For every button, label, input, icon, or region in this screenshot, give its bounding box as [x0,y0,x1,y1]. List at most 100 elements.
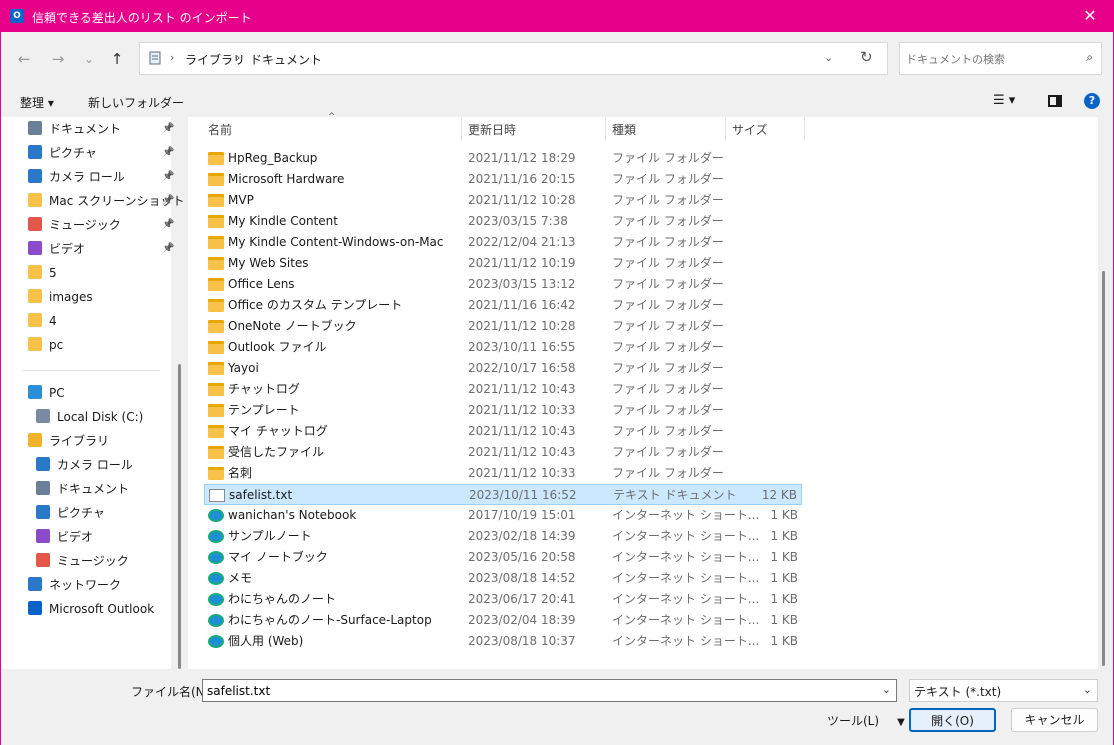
file-size: 1 KB [770,571,798,585]
divider [23,370,160,371]
file-type: ファイル フォルダー [612,151,724,165]
file-row[interactable]: Yayoi 2022/10/17 16:58 ファイル フォルダー [204,358,802,379]
sidebar-tree-item[interactable]: ドキュメント [36,478,129,500]
column-header-size[interactable]: サイズ [732,117,768,141]
sidebar-tree-item[interactable]: ネットワーク [28,574,121,596]
cancel-button[interactable]: キャンセル [1011,708,1098,732]
file-row[interactable]: 名刺 2021/11/12 10:33 ファイル フォルダー [204,463,802,484]
up-button[interactable]: ↑ [104,46,130,72]
internet-shortcut-icon [208,635,224,648]
close-button[interactable]: ✕ [1067,1,1113,32]
file-row[interactable]: MVP 2021/11/12 10:28 ファイル フォルダー [204,190,802,211]
file-row[interactable]: 個人用 (Web) 2023/08/18 10:37 インターネット ショート...… [204,631,802,652]
breadcrumb-documents[interactable]: ドキュメント [250,51,322,68]
chevron-down-icon[interactable]: ⌄ [882,683,891,696]
file-row[interactable]: わにちゃんのノート 2023/06/17 20:41 インターネット ショート...… [204,589,802,610]
help-icon[interactable]: ? [1084,93,1100,109]
file-row[interactable]: 受信したファイル 2021/11/12 10:43 ファイル フォルダー [204,442,802,463]
file-row[interactable]: Microsoft Hardware 2021/11/16 20:15 ファイル フ… [204,169,802,190]
file-date: 2023/08/18 14:52 [468,571,576,585]
column-divider[interactable] [804,117,805,141]
sidebar-item[interactable]: カメラ ロール 📌 [28,166,174,188]
file-row[interactable]: My Kindle Content-Windows-on-Mac 2022/12/… [204,232,802,253]
sidebar-item[interactable]: pc [28,334,63,356]
sidebar-item[interactable]: ピクチャ 📌 [28,142,174,164]
file-row[interactable]: My Kindle Content 2023/03/15 7:38 ファイル フォル… [204,211,802,232]
recent-locations-button[interactable]: ⌄ [76,46,102,72]
pin-icon[interactable]: 📌 [162,166,174,188]
pin-icon[interactable]: 📌 [162,118,174,140]
pin-icon[interactable]: 📌 [162,238,174,260]
sidebar-tree-item[interactable]: ピクチャ [36,502,105,524]
sidebar-tree-item[interactable]: Local Disk (C:) [36,406,143,428]
file-row[interactable]: My Web Sites 2021/11/12 10:19 ファイル フォルダー [204,253,802,274]
new-folder-button[interactable]: 新しいフォルダー [88,94,184,111]
search-icon[interactable]: ⌕ [1086,50,1093,65]
file-type: ファイル フォルダー [612,277,724,291]
outlook-icon: O [10,9,24,23]
file-row[interactable]: Outlook ファイル 2023/10/11 16:55 ファイル フォルダー [204,337,802,358]
filename-input[interactable] [207,683,867,699]
file-row[interactable]: メモ 2023/08/18 14:52 インターネット ショート... 1 KB [204,568,802,589]
chevron-down-icon[interactable]: ⌄ [824,51,833,64]
sidebar-item[interactable]: ミュージック 📌 [28,214,174,236]
chevron-down-icon[interactable]: ⌄ [1083,683,1092,696]
pin-icon[interactable]: 📌 [162,214,174,236]
file-row[interactable]: OneNote ノートブック 2021/11/12 10:28 ファイル フォルダー [204,316,802,337]
filename-combobox[interactable]: ⌄ [202,679,897,702]
file-row[interactable]: HpReg_Backup 2021/11/12 18:29 ファイル フォルダー [204,148,802,169]
sidebar-item[interactable]: images [28,286,93,308]
file-row[interactable]: Office Lens 2023/03/15 13:12 ファイル フォルダー [204,274,802,295]
file-row[interactable]: チャットログ 2021/11/12 10:43 ファイル フォルダー [204,379,802,400]
refresh-icon[interactable]: ↻ [860,48,873,66]
sidebar-item[interactable]: Mac スクリーンショット 📌 [28,190,185,212]
sidebar-tree-item[interactable]: PC [28,382,65,404]
forward-button[interactable]: → [45,46,71,72]
open-button[interactable]: 開く(O) [909,708,996,732]
file-row[interactable]: サンプルノート 2023/02/18 14:39 インターネット ショート... 1 … [204,526,802,547]
preview-pane-icon[interactable] [1048,95,1062,107]
file-row[interactable]: マイ ノートブック 2023/05/16 20:58 インターネット ショート...… [204,547,802,568]
file-date: 2021/11/12 10:28 [468,193,576,207]
file-row[interactable]: テンプレート 2021/11/12 10:33 ファイル フォルダー [204,400,802,421]
column-header-type[interactable]: 種類 [612,117,636,141]
sidebar-tree-item[interactable]: ビデオ [36,526,93,548]
file-row[interactable]: wanichan's Notebook 2017/10/19 15:01 インターネ… [204,505,802,526]
sidebar-scrollbar[interactable] [178,364,181,669]
file-list-scrollbar[interactable] [1102,271,1105,666]
column-header-name[interactable]: 名前 [208,117,232,141]
file-row[interactable]: マイ チャットログ 2021/11/12 10:43 ファイル フォルダー [204,421,802,442]
pin-icon[interactable]: 📌 [162,142,174,164]
file-type: ファイル フォルダー [612,466,724,480]
file-type: インターネット ショート... [612,613,760,627]
file-row[interactable]: Office のカスタム テンプレート 2021/11/16 16:42 ファイル … [204,295,802,316]
file-row[interactable]: safelist.txt 2023/10/11 16:52 テキスト ドキュメント 1… [204,484,802,505]
tools-button[interactable]: ツール(L) ▼ [827,712,905,729]
search-box[interactable]: ⌕ [899,42,1102,75]
back-button[interactable]: ← [11,46,37,72]
pin-icon[interactable]: 📌 [162,190,174,212]
address-bar[interactable]: › ライブラリ › ドキュメント ⌄ ↻ [139,42,888,75]
sidebar-item[interactable]: 5 [28,262,57,284]
search-input[interactable] [906,50,1066,68]
file-name: Outlook ファイル [228,340,327,354]
organize-button[interactable]: 整理 ▾ [20,94,54,111]
column-divider[interactable] [725,117,726,141]
sidebar-item[interactable]: 4 [28,310,57,332]
filetype-value: テキスト (*.txt) [914,685,1002,699]
sidebar-item[interactable]: ビデオ 📌 [28,238,174,260]
sidebar-tree-item[interactable]: ミュージック [36,550,129,572]
sidebar-tree-item[interactable]: Microsoft Outlook [28,598,154,620]
column-divider[interactable] [605,117,606,141]
column-divider[interactable] [461,117,462,141]
view-options-button[interactable]: ☰ ▾ [993,93,1015,108]
sidebar-tree-item[interactable]: カメラ ロール [36,454,133,476]
column-header-date[interactable]: 更新日時 [468,117,516,141]
sidebar-item-label: ピクチャ [57,506,105,520]
filetype-select[interactable]: テキスト (*.txt) ⌄ [909,679,1098,702]
file-row[interactable]: わにちゃんのノート-Surface-Laptop 2023/02/04 18:39… [204,610,802,631]
file-name: 受信したファイル [228,445,325,459]
sidebar-item[interactable]: ドキュメント 📌 [28,118,174,140]
file-type: ファイル フォルダー [612,256,724,270]
sidebar-tree-item[interactable]: ライブラリ [28,430,109,452]
